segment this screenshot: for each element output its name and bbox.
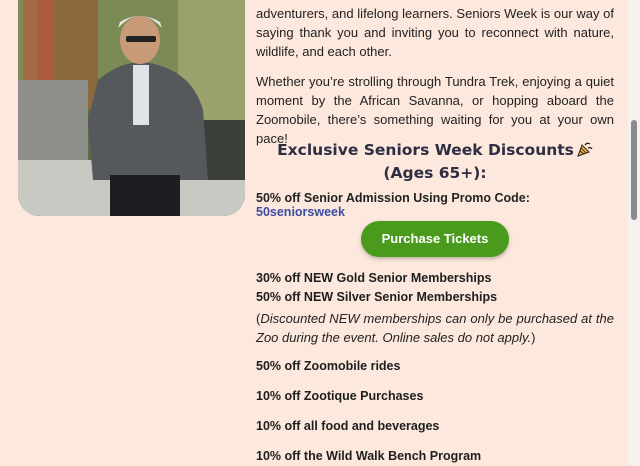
gold-membership-discount: 30% off NEW Gold Senior Memberships xyxy=(256,271,492,285)
discounts-heading-line2: (Ages 65+): xyxy=(383,164,487,182)
membership-note: (Discounted NEW memberships can only be … xyxy=(256,309,614,347)
promo-line: 50% off Senior Admission Using Promo Cod… xyxy=(256,191,614,219)
membership-note-close: ) xyxy=(531,330,536,345)
senior-visitor-photo xyxy=(18,0,245,216)
discounts-heading-line1: Exclusive Seniors Week Discounts xyxy=(277,141,574,159)
zootique-discount: 10% off Zootique Purchases xyxy=(256,389,424,403)
vertical-scrollbar[interactable] xyxy=(628,0,640,466)
intro-paragraph-2: Whether you’re strolling through Tundra … xyxy=(256,74,614,146)
food-discount: 10% off all food and beverages xyxy=(256,419,440,433)
bench-discount: 10% off the Wild Walk Bench Program xyxy=(256,449,482,463)
zoomobile-discount: 50% off Zoomobile rides xyxy=(256,359,401,373)
intro-paragraph-1: adventurers, and lifelong learners. Seni… xyxy=(256,6,614,59)
party-popper-icon xyxy=(576,141,593,163)
promo-label: 50% off Senior Admission Using Promo Cod… xyxy=(256,191,530,205)
purchase-tickets-button[interactable]: Purchase Tickets xyxy=(361,221,509,257)
discounts-heading: Exclusive Seniors Week Discounts (Ages 6… xyxy=(256,140,614,183)
promo-code[interactable]: 50seniorsweek xyxy=(256,205,345,219)
silver-membership-discount: 50% off NEW Silver Senior Memberships xyxy=(256,290,498,304)
membership-note-text: Discounted NEW memberships can only be p… xyxy=(256,311,614,345)
scrollbar-thumb[interactable] xyxy=(631,120,637,220)
